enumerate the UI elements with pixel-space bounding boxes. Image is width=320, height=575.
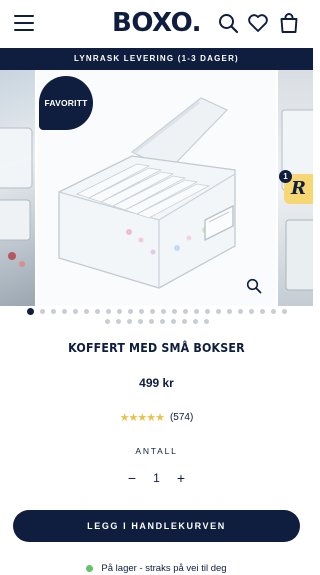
carousel-dot[interactable]: [193, 309, 199, 314]
carousel-dot[interactable]: [170, 319, 176, 324]
product-rating[interactable]: ★★★★★ (574): [0, 411, 313, 424]
carousel-dot[interactable]: [226, 309, 232, 314]
carousel-dot[interactable]: [50, 309, 56, 314]
carousel-dot[interactable]: [248, 309, 254, 314]
rating-stars: ★★★★★: [119, 412, 165, 424]
quantity-value[interactable]: 1: [153, 471, 160, 485]
shipping-promo-bar: LYNRASK LEVERING (1-3 DAGER): [0, 48, 313, 70]
search-icon[interactable]: [217, 12, 239, 34]
carousel-dot[interactable]: [39, 309, 45, 314]
carousel-dot[interactable]: [237, 309, 243, 314]
shopping-bag-icon[interactable]: [278, 12, 300, 34]
carousel-dot[interactable]: [171, 309, 177, 314]
carousel-dot[interactable]: [192, 319, 198, 324]
stock-status-text: På lager - straks på vei til deg: [101, 563, 227, 574]
reviews-widget-count: 1: [279, 170, 292, 183]
decrement-button[interactable]: −: [125, 470, 139, 486]
carousel-dot[interactable]: [148, 319, 154, 324]
carousel-dot[interactable]: [104, 319, 110, 324]
wishlist-heart-icon[interactable]: [247, 12, 269, 34]
menu-icon[interactable]: [14, 15, 34, 31]
product-price: 499 kr: [139, 376, 174, 390]
brand-logo[interactable]: BOXO.: [112, 8, 202, 38]
previous-slide-image[interactable]: [0, 70, 35, 306]
zoom-icon[interactable]: [246, 278, 262, 294]
carousel-dot[interactable]: [138, 309, 144, 314]
carousel-dot[interactable]: [203, 319, 209, 324]
carousel-dot[interactable]: [26, 308, 34, 315]
carousel-dot[interactable]: [270, 309, 276, 314]
carousel-dot[interactable]: [83, 309, 89, 314]
carousel-dot[interactable]: [259, 309, 265, 314]
favorite-badge: FAVORITT: [39, 76, 93, 130]
carousel-dot[interactable]: [204, 309, 210, 314]
carousel-dot[interactable]: [116, 309, 122, 314]
increment-button[interactable]: +: [174, 470, 188, 486]
carousel-dots-row: [0, 319, 313, 324]
carousel-dot[interactable]: [149, 309, 155, 314]
quantity-label: ANTALL: [135, 446, 178, 456]
in-stock-indicator-icon: [86, 565, 94, 572]
add-to-cart-button[interactable]: LEGG I HANDLEKURVEN: [13, 510, 300, 542]
carousel-dot[interactable]: [137, 319, 143, 324]
carousel-dot[interactable]: [115, 319, 121, 324]
carousel-dot[interactable]: [215, 309, 221, 314]
product-title: KOFFERT MED SMÅ BOKSER: [68, 341, 245, 355]
carousel-dot[interactable]: [181, 319, 187, 324]
carousel-dot[interactable]: [94, 309, 100, 314]
carousel-dot[interactable]: [72, 309, 78, 314]
carousel-dot[interactable]: [61, 309, 67, 314]
carousel-dot[interactable]: [105, 309, 111, 314]
review-count: (574): [169, 412, 194, 423]
stock-status: På lager - straks på vei til deg: [0, 563, 313, 574]
carousel-dot[interactable]: [127, 309, 133, 314]
quantity-stepper[interactable]: − 1 +: [125, 469, 188, 487]
carousel-dot[interactable]: [159, 319, 165, 324]
carousel-dot[interactable]: [281, 309, 287, 314]
carousel-dots-row: [0, 308, 313, 315]
carousel-dot[interactable]: [182, 309, 188, 314]
carousel-dot[interactable]: [126, 319, 132, 324]
carousel-dot[interactable]: [160, 309, 166, 314]
site-header: BOXO.: [0, 0, 313, 48]
